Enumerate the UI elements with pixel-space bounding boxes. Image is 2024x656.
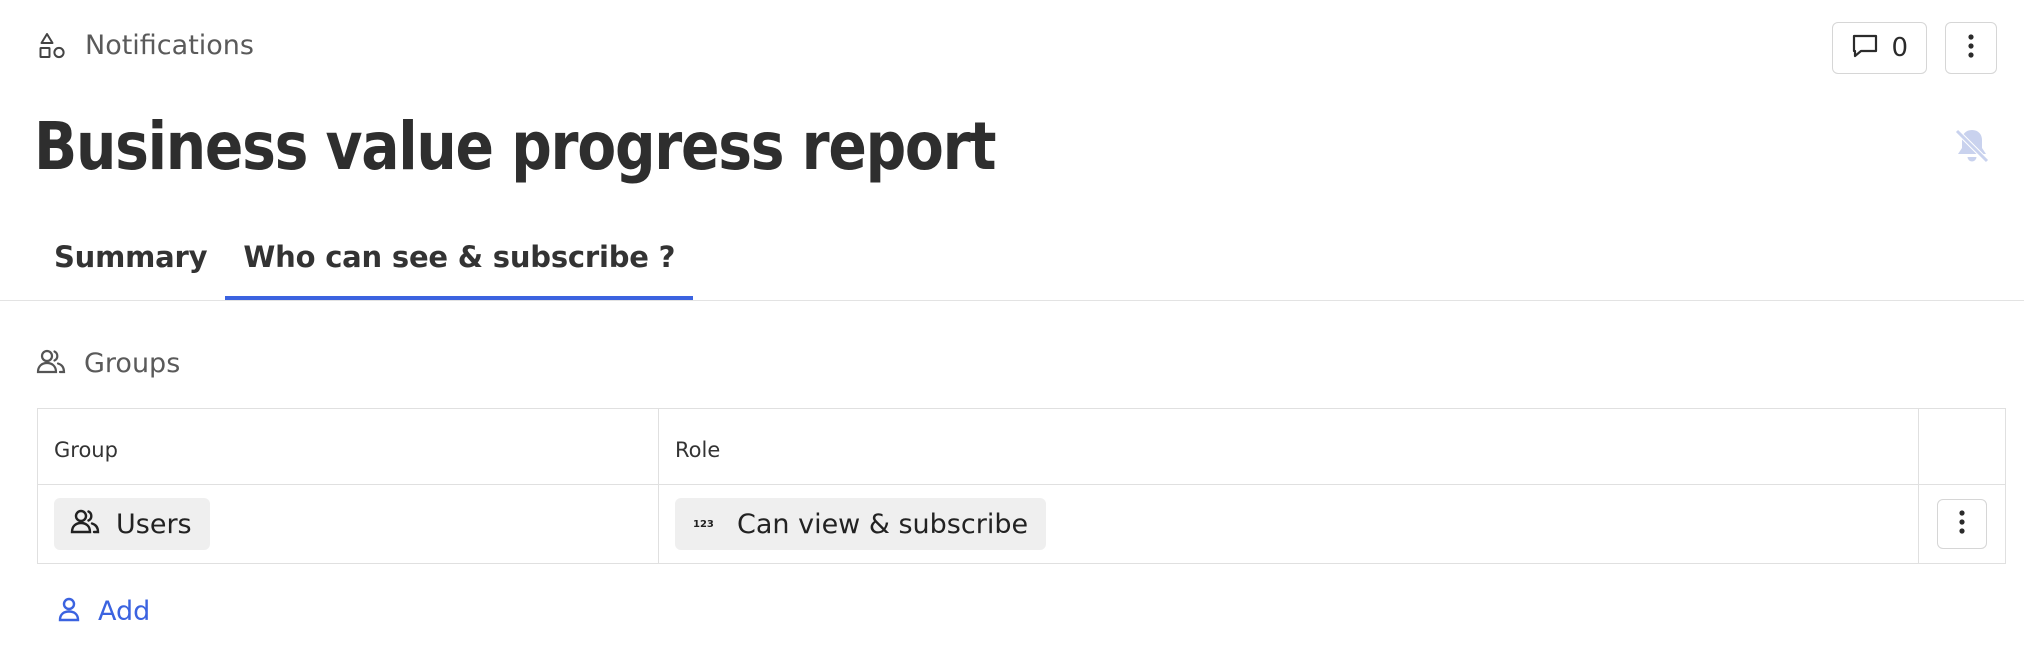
actions-cell <box>1919 485 2005 563</box>
table-header-row: Group Role <box>38 409 2005 485</box>
tab-who-can-see-subscribe[interactable]: Who can see & subscribe ? <box>225 232 694 300</box>
kebab-menu-icon <box>1968 33 1974 63</box>
users-icon <box>70 508 100 541</box>
column-header-role: Role <box>659 409 1919 484</box>
breadcrumb-label[interactable]: Notifications <box>85 30 254 61</box>
svg-text:123: 123 <box>693 519 714 530</box>
more-options-button[interactable] <box>1945 22 1997 74</box>
role-cell: 123 Can view & subscribe <box>659 485 1919 563</box>
role-name: Can view & subscribe <box>737 508 1029 540</box>
column-header-actions <box>1919 409 2005 484</box>
tab-bar: Summary Who can see & subscribe ? <box>36 232 694 300</box>
tab-summary[interactable]: Summary <box>36 232 225 300</box>
table-row: Users 123 Can view & subscribe <box>38 485 2005 563</box>
shapes-icon <box>37 31 67 61</box>
users-icon <box>36 348 66 379</box>
kebab-menu-icon <box>1959 510 1965 538</box>
comment-icon <box>1851 33 1879 64</box>
breadcrumb: Notifications <box>37 30 254 61</box>
group-cell: Users <box>38 485 659 563</box>
comments-button[interactable]: 0 <box>1832 22 1927 74</box>
tabs-divider <box>0 300 2024 301</box>
add-label: Add <box>98 596 151 627</box>
groups-section-label: Groups <box>84 348 181 379</box>
groups-section-header: Groups <box>36 348 180 379</box>
page-title: Business value progress report <box>34 108 996 185</box>
header-actions: 0 <box>1832 22 1997 74</box>
number-123-icon: 123 <box>691 509 721 540</box>
row-options-button[interactable] <box>1937 499 1987 549</box>
group-name: Users <box>116 508 192 540</box>
group-chip[interactable]: Users <box>54 498 210 550</box>
bell-off-icon[interactable] <box>1952 126 1992 166</box>
groups-table: Group Role Users 123 Can view & subscrib… <box>37 408 2006 564</box>
comments-count: 0 <box>1891 33 1908 63</box>
column-header-group: Group <box>38 409 659 484</box>
person-icon <box>56 596 82 627</box>
role-chip[interactable]: 123 Can view & subscribe <box>675 498 1047 550</box>
add-group-button[interactable]: Add <box>56 596 150 627</box>
